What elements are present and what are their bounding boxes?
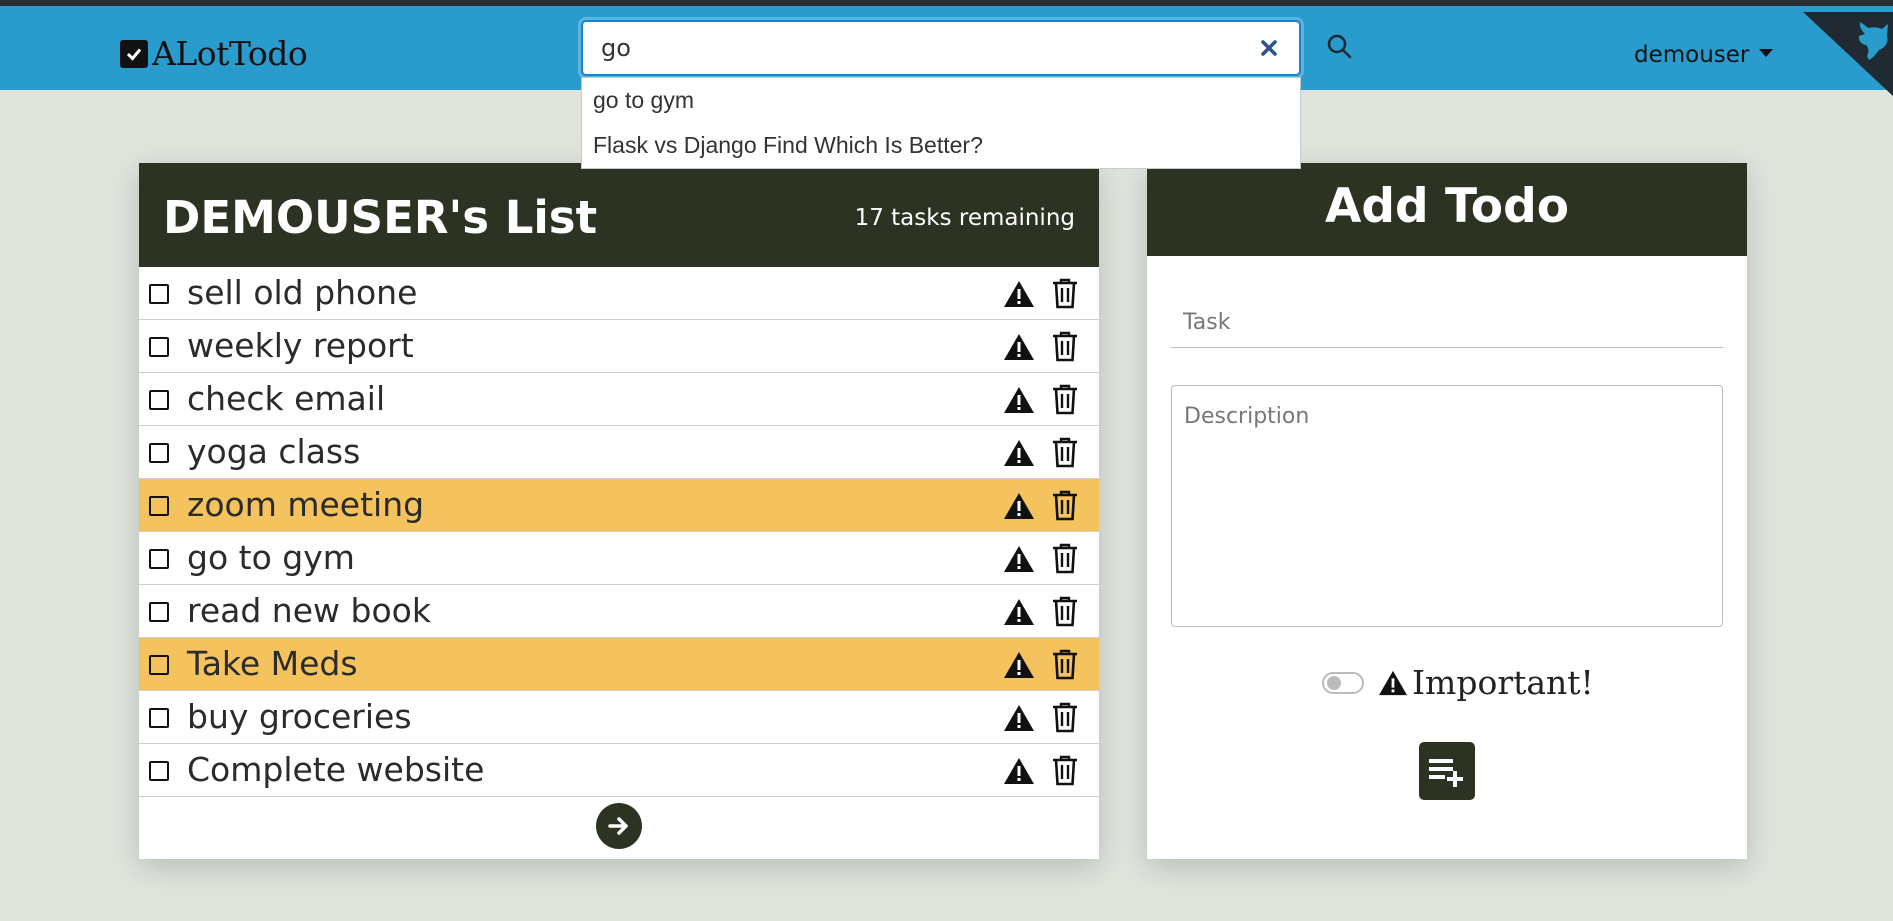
- task-row: check email: [139, 373, 1099, 426]
- task-checkbox[interactable]: [149, 708, 169, 728]
- task-row: Take Meds: [139, 638, 1099, 691]
- important-text: Important!: [1412, 663, 1594, 702]
- add-header: Add Todo: [1147, 163, 1747, 256]
- task-checkbox[interactable]: [149, 761, 169, 781]
- task-label: yoga class: [187, 432, 361, 471]
- task-label: Take Meds: [187, 644, 358, 683]
- search-suggestions: go to gym Flask vs Django Find Which Is …: [581, 77, 1301, 169]
- trash-icon[interactable]: [1051, 595, 1079, 627]
- search-icon[interactable]: [1325, 32, 1353, 60]
- task-checkbox[interactable]: [149, 390, 169, 410]
- task-checkbox[interactable]: [149, 284, 169, 304]
- toggle-knob: [1327, 675, 1341, 690]
- task-row: Complete website: [139, 744, 1099, 797]
- warning-icon[interactable]: [1003, 650, 1035, 680]
- task-row: go to gym: [139, 532, 1099, 585]
- warning-icon[interactable]: [1003, 438, 1035, 468]
- list-header: DEMOUSER's List 17 tasks remaining: [139, 163, 1099, 267]
- user-menu[interactable]: demouser: [1634, 42, 1774, 68]
- task-label: Complete website: [187, 750, 485, 789]
- trash-icon[interactable]: [1051, 754, 1079, 786]
- trash-icon[interactable]: [1051, 542, 1079, 574]
- add-todo-card: Add Todo Important!: [1147, 163, 1747, 859]
- add-title: Add Todo: [1324, 179, 1570, 234]
- task-label: read new book: [187, 591, 431, 630]
- task-row: buy groceries: [139, 691, 1099, 744]
- trash-icon[interactable]: [1051, 648, 1079, 680]
- task-row: yoga class: [139, 426, 1099, 479]
- task-checkbox[interactable]: [149, 549, 169, 569]
- warning-icon: [1379, 670, 1407, 695]
- tasks-remaining: 17 tasks remaining: [854, 205, 1075, 231]
- trash-icon[interactable]: [1051, 383, 1079, 415]
- next-page-button[interactable]: [596, 803, 642, 849]
- github-corner-icon[interactable]: [1803, 12, 1893, 96]
- task-checkbox[interactable]: [149, 602, 169, 622]
- description-input[interactable]: [1171, 385, 1723, 627]
- task-input[interactable]: [1171, 298, 1723, 348]
- trash-icon[interactable]: [1051, 277, 1079, 309]
- user-name: demouser: [1634, 42, 1750, 68]
- task-row: read new book: [139, 585, 1099, 638]
- suggestion-item[interactable]: go to gym: [582, 78, 1300, 123]
- task-checkbox[interactable]: [149, 655, 169, 675]
- task-row: sell old phone: [139, 267, 1099, 320]
- task-checkbox[interactable]: [149, 337, 169, 357]
- task-row: zoom meeting: [139, 479, 1099, 532]
- important-toggle[interactable]: [1322, 671, 1364, 694]
- task-row: weekly report: [139, 320, 1099, 373]
- suggestion-item[interactable]: Flask vs Django Find Which Is Better?: [582, 123, 1300, 168]
- brand-name: ALotTodo: [152, 34, 308, 73]
- warning-icon[interactable]: [1003, 491, 1035, 521]
- trash-icon[interactable]: [1051, 701, 1079, 733]
- trash-icon[interactable]: [1051, 489, 1079, 521]
- task-checkbox[interactable]: [149, 443, 169, 463]
- task-label: weekly report: [187, 326, 414, 365]
- todo-list-card: DEMOUSER's List 17 tasks remaining sell …: [139, 163, 1099, 859]
- warning-icon[interactable]: [1003, 279, 1035, 309]
- trash-icon[interactable]: [1051, 330, 1079, 362]
- list-title: DEMOUSER's List: [163, 191, 598, 244]
- warning-icon[interactable]: [1003, 597, 1035, 627]
- important-toggle-row: Important!: [1322, 663, 1594, 702]
- close-icon[interactable]: [1255, 34, 1283, 62]
- brand[interactable]: ALotTodo: [120, 34, 308, 73]
- important-label[interactable]: Important!: [1378, 663, 1594, 702]
- task-label: go to gym: [187, 538, 355, 577]
- task-checkbox[interactable]: [149, 496, 169, 516]
- warning-icon[interactable]: [1003, 385, 1035, 415]
- trash-icon[interactable]: [1051, 436, 1079, 468]
- warning-icon[interactable]: [1003, 544, 1035, 574]
- warning-icon[interactable]: [1003, 332, 1035, 362]
- checkbox-icon: [120, 39, 148, 68]
- task-label: sell old phone: [187, 273, 418, 312]
- caret-down-icon: [1759, 49, 1774, 57]
- search-input[interactable]: [581, 20, 1301, 76]
- task-label: buy groceries: [187, 697, 412, 736]
- task-label: check email: [187, 379, 386, 418]
- playlist-add-icon: [1429, 759, 1463, 787]
- arrow-right-icon: [608, 817, 628, 835]
- task-list: sell old phone weekly report check email yo…: [139, 267, 1099, 797]
- warning-icon[interactable]: [1003, 756, 1035, 786]
- warning-icon[interactable]: [1003, 703, 1035, 733]
- add-todo-button[interactable]: [1419, 742, 1475, 800]
- search-box: [581, 20, 1301, 76]
- task-label: zoom meeting: [187, 485, 425, 524]
